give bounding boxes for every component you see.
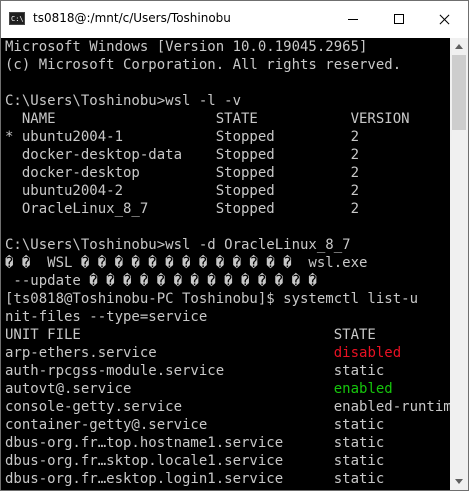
console-line: --update � � � � � � � � � � � � � � [5, 273, 317, 289]
console-line: Microsoft Windows [Version 10.0.19045.29… [5, 39, 368, 55]
console-line: OracleLinux_8_7 Stopped 2 [5, 201, 360, 217]
console-line: (c) Microsoft Corporation. All rights re… [5, 57, 402, 73]
console-line: UNIT FILE STATE [5, 327, 376, 343]
window-title: ts0818@:/mnt/c/Users/Toshinobu [33, 11, 231, 25]
console-line: ubuntu2004-2 Stopped 2 [5, 183, 360, 199]
console-line: auth-rpcgss-module.service static [5, 363, 385, 379]
status-enabled: enabled [333, 381, 393, 397]
console-output[interactable]: Microsoft Windows [Version 10.0.19045.29… [1, 38, 450, 490]
console-line: container-getty@.service static [5, 417, 385, 433]
console-line: docker-desktop Stopped 2 [5, 165, 360, 181]
title-bar[interactable]: C:\ ts0818@:/mnt/c/Users/Toshinobu [1, 1, 468, 38]
close-button[interactable] [422, 1, 468, 38]
console-line: dbus-org.fr…sktop.locale1.service static [5, 453, 385, 469]
scroll-up-arrow-icon[interactable] [450, 38, 468, 55]
unit-file-name: autovt@.service [5, 381, 334, 397]
minimize-button[interactable] [330, 1, 376, 38]
vertical-scrollbar[interactable] [450, 38, 468, 490]
console-line: arp-ethers.service disabled [5, 344, 401, 362]
console-line: autovt@.service enabled [5, 380, 393, 398]
scrollbar-thumb[interactable] [452, 55, 466, 130]
console-line: console-getty.service enabled-runtime [5, 399, 450, 415]
console-line: C:\Users\Toshinobu>wsl -d OracleLinux_8_… [5, 237, 351, 253]
console-line: C:\Users\Toshinobu>wsl -l -v [5, 93, 242, 109]
console-app-icon[interactable]: C:\ [9, 12, 25, 25]
console-line: dbus-org.fr…top.hostname1.service static [5, 435, 385, 451]
console-line: * ubuntu2004-1 Stopped 2 [5, 129, 360, 145]
maximize-button[interactable] [376, 1, 422, 38]
console-line: � � WSL � � � � � � � � � � � � � wsl.ex… [5, 255, 368, 271]
console-line: docker-desktop-data Stopped 2 [5, 147, 360, 163]
scroll-down-arrow-icon[interactable] [450, 473, 468, 490]
console-line: nit-files --type=service [5, 309, 208, 325]
console-line: dbus-org.fr…esktop.login1.service static [5, 471, 385, 487]
console-line: NAME STATE VERSION [5, 111, 410, 127]
status-disabled: disabled [333, 345, 402, 361]
terminal-window: C:\ ts0818@:/mnt/c/Users/Toshinobu Micro… [0, 0, 469, 491]
unit-file-name: arp-ethers.service [5, 345, 334, 361]
console-line: [ts0818@Toshinobu-PC Toshinobu]$ systemc… [5, 291, 419, 307]
